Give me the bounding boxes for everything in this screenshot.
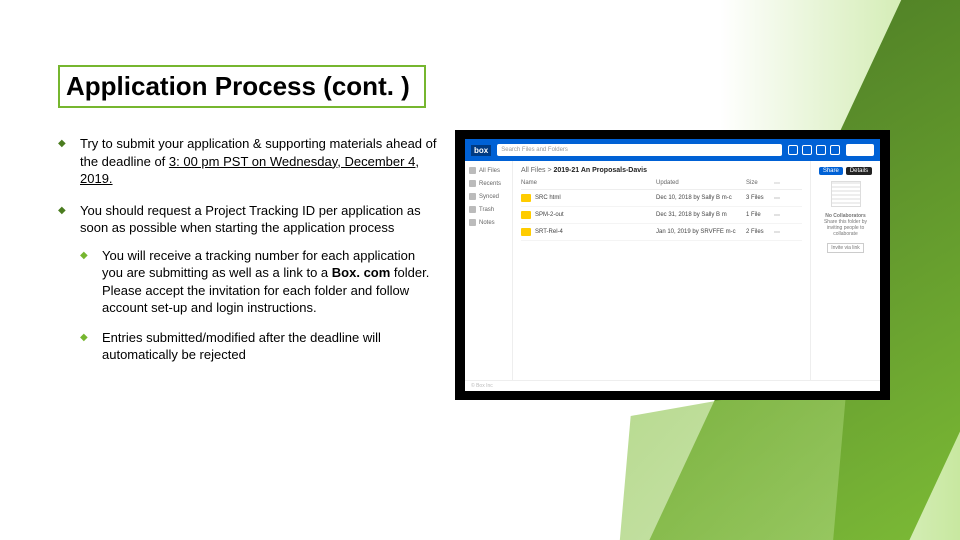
details-button[interactable]: Details [846, 167, 872, 175]
nav-item-synced[interactable]: Synced [469, 193, 508, 200]
folder-icon [469, 167, 476, 174]
clock-icon [469, 180, 476, 187]
nav-label: Notes [479, 220, 495, 226]
cell-size: 2 Files [746, 229, 774, 235]
decor-shape [613, 378, 848, 540]
breadcrumb: All Files > 2019-21 An Proposals-Davis [521, 167, 802, 174]
trash-icon [469, 206, 476, 213]
nav-item-recents[interactable]: Recents [469, 180, 508, 187]
list-header: Name Updated Size ⋯ [521, 178, 802, 190]
bullet-text: Entries submitted/modified after the dea… [102, 330, 381, 363]
invite-link-button[interactable]: Invite via link [827, 243, 864, 253]
box-footer: © Box Inc [465, 380, 880, 391]
slide-title: Application Process (cont. ) [66, 71, 410, 102]
topbar-icons [788, 145, 840, 155]
nav-label: Trash [479, 207, 494, 213]
details-pane: Share Details No Collaborators Share thi… [810, 161, 880, 380]
col-name[interactable]: Name [521, 180, 656, 187]
box-body: All Files Recents Synced Trash Notes All… [465, 161, 880, 380]
cell-size: 3 Files [746, 195, 774, 201]
nav-item-all-files[interactable]: All Files [469, 167, 508, 174]
table-row[interactable]: SRC html Dec 10, 2018 by Sally B m-c 3 F… [521, 190, 802, 207]
box-topbar: box Search Files and Folders [465, 139, 880, 161]
folder-icon [521, 194, 531, 202]
slide: Application Process (cont. ) Try to subm… [0, 0, 960, 540]
row-actions[interactable]: ⋯ [774, 195, 802, 202]
bullet-item: You will receive a tracking number for e… [80, 247, 438, 317]
cell-name: SRT-Rel-4 [535, 229, 656, 235]
nav-label: Synced [479, 194, 499, 200]
share-button[interactable]: Share [819, 167, 843, 175]
cell-updated: Dec 10, 2018 by Sally B m-c [656, 195, 746, 201]
folder-icon [521, 228, 531, 236]
main-pane: All Files > 2019-21 An Proposals-Davis N… [513, 161, 810, 380]
bullet-text: You should request a Project Tracking ID… [80, 203, 421, 236]
note-icon [469, 219, 476, 226]
nav-item-notes[interactable]: Notes [469, 219, 508, 226]
folder-preview-icon [831, 181, 861, 207]
bullet-item: You should request a Project Tracking ID… [58, 202, 438, 364]
search-input[interactable]: Search Files and Folders [497, 144, 782, 156]
new-button[interactable] [846, 144, 874, 156]
table-row[interactable]: SRT-Rel-4 Jan 10, 2019 by SRVFFE m-c 2 F… [521, 224, 802, 241]
panel-subtitle: Share this folder by inviting people to … [824, 219, 867, 237]
bell-icon[interactable] [802, 145, 812, 155]
title-box: Application Process (cont. ) [58, 65, 426, 108]
sync-icon [469, 193, 476, 200]
grid-icon[interactable] [788, 145, 798, 155]
help-icon[interactable] [816, 145, 826, 155]
folder-icon [521, 211, 531, 219]
cell-updated: Jan 10, 2019 by SRVFFE m-c [656, 229, 746, 235]
breadcrumb-prefix: All Files > [521, 167, 553, 174]
box-logo: box [471, 145, 491, 156]
row-actions[interactable]: ⋯ [774, 212, 802, 219]
cell-size: 1 File [746, 212, 774, 218]
bullet-item: Entries submitted/modified after the dea… [80, 329, 438, 364]
cell-updated: Dec 31, 2018 by Sally B m [656, 212, 746, 218]
cell-name: SPM-2-out [535, 212, 656, 218]
bullet-item: Try to submit your application & support… [58, 135, 438, 188]
left-nav: All Files Recents Synced Trash Notes [465, 161, 513, 380]
content: Try to submit your application & support… [58, 135, 438, 378]
table-row[interactable]: SPM-2-out Dec 31, 2018 by Sally B m 1 Fi… [521, 207, 802, 224]
col-actions: ⋯ [774, 180, 802, 187]
cell-name: SRC html [535, 195, 656, 201]
nav-item-trash[interactable]: Trash [469, 206, 508, 213]
box-com-label: Box. com [332, 265, 391, 280]
box-app-screenshot: box Search Files and Folders All Files R… [465, 139, 880, 391]
col-updated[interactable]: Updated [656, 180, 746, 187]
avatar-icon[interactable] [830, 145, 840, 155]
nav-label: Recents [479, 181, 501, 187]
row-actions[interactable]: ⋯ [774, 229, 802, 236]
screenshot-frame: box Search Files and Folders All Files R… [455, 130, 890, 400]
nav-label: All Files [479, 168, 500, 174]
col-size[interactable]: Size [746, 180, 774, 187]
breadcrumb-current: 2019-21 An Proposals-Davis [553, 167, 647, 174]
